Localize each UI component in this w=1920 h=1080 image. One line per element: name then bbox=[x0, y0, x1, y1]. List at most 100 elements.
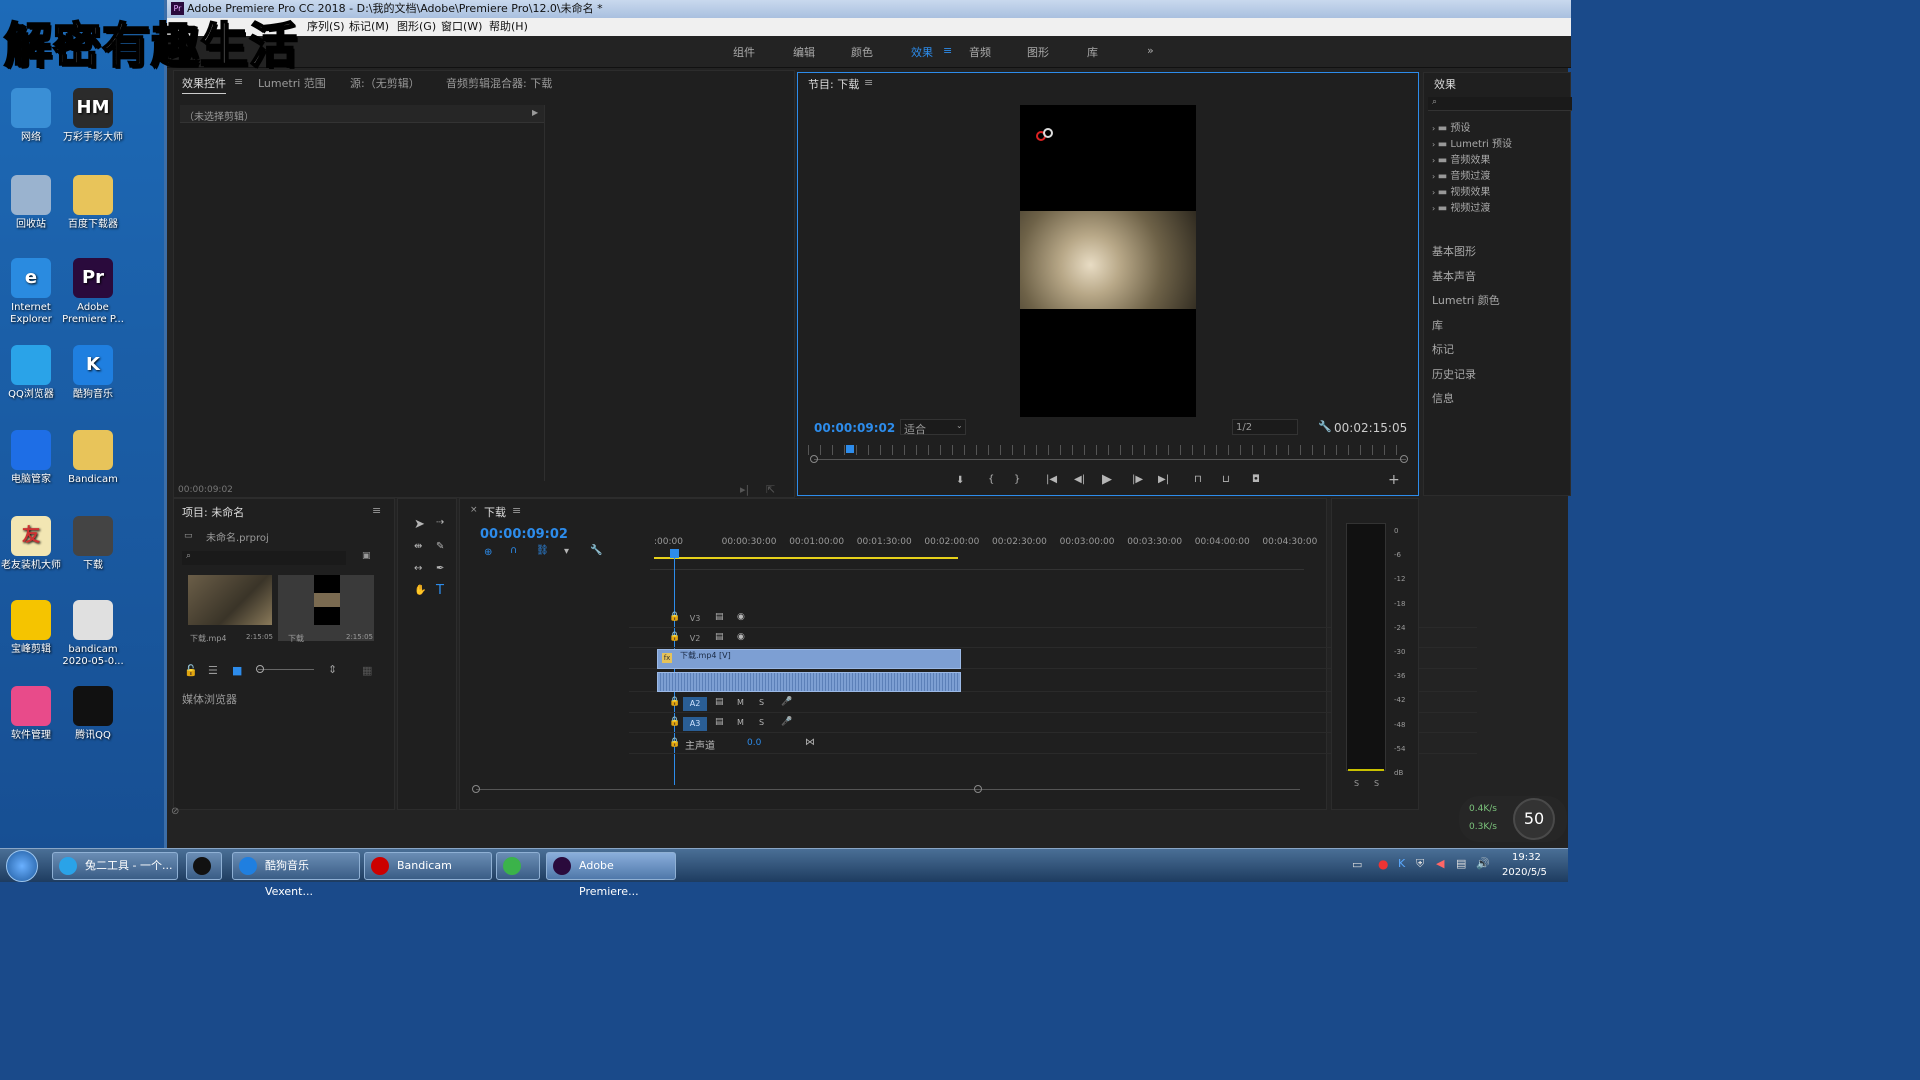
mute-icon[interactable]: M bbox=[737, 718, 744, 727]
mark-out-icon[interactable]: } bbox=[1014, 474, 1020, 485]
list-view-icon[interactable]: ☰ bbox=[208, 664, 218, 677]
ec-export-icon[interactable]: ⇱ bbox=[766, 483, 775, 496]
lock-icon[interactable]: 🔒 bbox=[669, 632, 680, 642]
snap-icon[interactable]: ∩ bbox=[510, 545, 517, 556]
master-value[interactable]: 0.0 bbox=[747, 738, 761, 748]
tab-source[interactable]: 源:（无剪辑） bbox=[350, 75, 420, 91]
extract-icon[interactable]: ⊔ bbox=[1222, 474, 1230, 485]
tray-record-icon[interactable]: ● bbox=[1378, 857, 1388, 871]
add-button-icon[interactable]: + bbox=[1388, 472, 1400, 488]
tray-speaker-icon[interactable]: ◀ bbox=[1436, 857, 1444, 870]
desktop-icon[interactable]: 回收站 bbox=[0, 175, 62, 231]
audio-clip[interactable] bbox=[657, 672, 961, 692]
desktop-icon[interactable]: 软件管理 bbox=[0, 686, 62, 742]
desktop-icon[interactable]: bandicam 2020-05-0... bbox=[62, 600, 124, 668]
thumb-seq[interactable] bbox=[278, 575, 374, 641]
sync-icon[interactable]: ▤ bbox=[715, 717, 724, 727]
ws-effects[interactable]: 效果 bbox=[911, 44, 933, 60]
tray-keyboard-icon[interactable]: ▭ bbox=[1352, 858, 1362, 871]
taskbar-qq[interactable] bbox=[186, 852, 222, 880]
zoom-scrollbar[interactable] bbox=[814, 459, 1406, 460]
tab-menu-icon[interactable]: ≡ bbox=[234, 75, 243, 88]
icon-view-icon[interactable]: ■ bbox=[232, 664, 242, 677]
ws-graphics[interactable]: 图形 bbox=[1027, 44, 1049, 60]
desktop-icon[interactable]: Bandicam bbox=[62, 430, 124, 486]
tab-audio-clip-mixer[interactable]: 音频剪辑混合器: 下载 bbox=[446, 75, 552, 91]
menu-window[interactable]: 窗口(W) bbox=[441, 18, 482, 36]
desktop-icon[interactable]: 下载 bbox=[62, 516, 124, 572]
sync-icon[interactable]: ▤ bbox=[715, 697, 724, 707]
solo-icon[interactable]: S bbox=[759, 698, 764, 707]
start-button[interactable] bbox=[6, 850, 38, 882]
timeline-menu-icon[interactable]: ≡ bbox=[512, 504, 521, 517]
desktop-icon[interactable]: 网络 bbox=[0, 88, 62, 144]
taskbar-player[interactable] bbox=[496, 852, 540, 880]
taskbar-kugou[interactable]: 酷狗音乐 Vexent... bbox=[232, 852, 360, 898]
gap-icon[interactable]: ⋈ bbox=[805, 737, 815, 748]
mini-ruler[interactable] bbox=[808, 445, 1408, 455]
ws-editing[interactable]: 编辑 bbox=[793, 44, 815, 60]
desktop-icon[interactable]: 腾讯QQ bbox=[62, 686, 124, 742]
sync-icon[interactable]: ▤ bbox=[715, 632, 724, 642]
nest-icon[interactable]: ⊕ bbox=[484, 547, 492, 558]
camera-icon[interactable]: ◘ bbox=[1252, 474, 1260, 485]
effects-tree-item[interactable]: › ▬ Lumetri 预设 bbox=[1432, 135, 1512, 150]
menu-sequence[interactable]: 序列(S) bbox=[307, 18, 345, 36]
solo-left[interactable]: S bbox=[1354, 779, 1359, 788]
pen-icon[interactable]: ✒ bbox=[436, 563, 444, 574]
ec-filter-icon[interactable]: ▸| bbox=[740, 483, 749, 496]
menu-help[interactable]: 帮助(H) bbox=[489, 18, 528, 36]
linked-icon[interactable]: ⛓ bbox=[536, 545, 549, 556]
tray-network-icon[interactable]: ▤ bbox=[1456, 857, 1466, 870]
add-marker-icon[interactable]: ▾ bbox=[564, 546, 569, 557]
close-icon[interactable]: × bbox=[470, 505, 478, 515]
ws-overflow[interactable]: » bbox=[1147, 44, 1154, 57]
playhead-handle[interactable] bbox=[670, 549, 679, 558]
desktop-icon[interactable]: QQ浏览器 bbox=[0, 345, 62, 401]
playhead-marker[interactable] bbox=[846, 445, 854, 453]
track-label[interactable]: A3 bbox=[683, 717, 707, 731]
taskbar-premiere[interactable]: Adobe Premiere... bbox=[546, 852, 676, 898]
sort-icon[interactable]: ⇕ bbox=[328, 663, 337, 676]
timeline-scrollbar[interactable] bbox=[476, 789, 1300, 790]
desktop-icon[interactable]: 百度下载器 bbox=[62, 175, 124, 231]
razor-icon[interactable]: ✎ bbox=[436, 541, 444, 552]
timeline-timecode[interactable]: 00:00:09:02 bbox=[480, 527, 568, 542]
panel-section[interactable]: 库 bbox=[1432, 317, 1443, 333]
effects-tree-item[interactable]: › ▬ 预设 bbox=[1432, 119, 1470, 134]
settings-wrench-icon[interactable]: 🔧 bbox=[590, 545, 602, 556]
automate-icon[interactable]: ▦ bbox=[362, 664, 372, 677]
panel-section[interactable]: 历史记录 bbox=[1432, 366, 1476, 382]
panel-section[interactable]: 标记 bbox=[1432, 341, 1454, 357]
lock-icon[interactable]: 🔒 bbox=[669, 612, 680, 622]
add-marker-icon[interactable]: ⬇ bbox=[956, 475, 964, 486]
slip-icon[interactable]: ↔ bbox=[414, 563, 422, 574]
mark-in-icon[interactable]: { bbox=[988, 474, 994, 485]
play-icon[interactable]: ▶ bbox=[1102, 472, 1112, 487]
step-forward-icon[interactable]: |▶ bbox=[1132, 474, 1143, 485]
new-bin-icon[interactable]: ▣ bbox=[362, 551, 371, 561]
tray-volume-icon[interactable]: 🔊 bbox=[1476, 857, 1490, 870]
program-timecode[interactable]: 00:00:09:02 bbox=[814, 421, 895, 435]
clock-date[interactable]: 2020/5/5 bbox=[1502, 867, 1547, 878]
selection-tool-icon[interactable]: ➤ bbox=[414, 517, 425, 532]
ws-libraries[interactable]: 库 bbox=[1087, 44, 1098, 60]
desktop-icon[interactable]: 友老友装机大师 bbox=[0, 516, 62, 572]
ws-color[interactable]: 颜色 bbox=[851, 44, 873, 60]
project-menu-icon[interactable]: ≡ bbox=[372, 504, 381, 517]
mic-icon[interactable]: 🎤 bbox=[781, 697, 792, 707]
desktop-icon[interactable]: K 酷狗音乐 bbox=[62, 345, 124, 401]
mute-icon[interactable]: M bbox=[737, 698, 744, 707]
video-clip[interactable]: fx 下载.mp4 [V] bbox=[657, 649, 961, 669]
effects-tree-item[interactable]: › ▬ 音频效果 bbox=[1432, 151, 1490, 166]
clock-time[interactable]: 19:32 bbox=[1512, 852, 1541, 863]
work-area-bar[interactable] bbox=[654, 557, 958, 559]
ws-assembly[interactable]: 组件 bbox=[733, 44, 755, 60]
panel-section[interactable]: 信息 bbox=[1432, 390, 1454, 406]
hand-icon[interactable]: ✋ bbox=[414, 585, 426, 596]
desktop-icon[interactable]: Pr Adobe Premiere P... bbox=[62, 258, 124, 326]
ws-effects-menu-icon[interactable]: ≡ bbox=[943, 44, 952, 57]
desktop-icon[interactable]: e Internet Explorer bbox=[0, 258, 62, 326]
tray-shield-icon[interactable]: ⛨ bbox=[1416, 857, 1424, 871]
program-menu-icon[interactable]: ≡ bbox=[864, 76, 873, 89]
